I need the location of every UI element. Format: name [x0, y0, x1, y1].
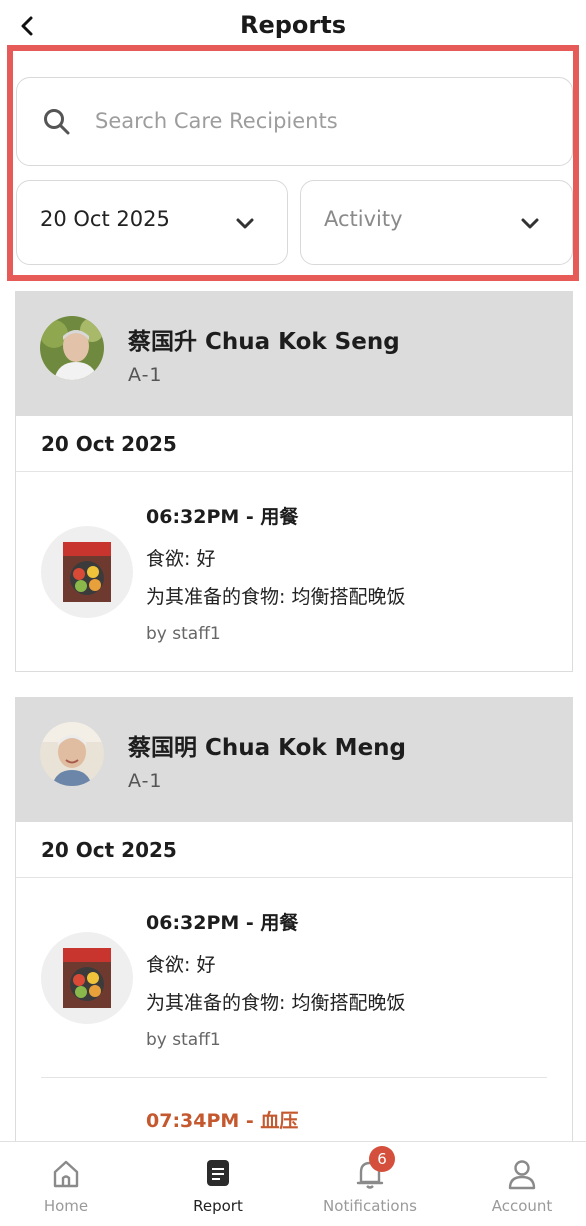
bottom-nav: Home Report 6 Notifications Account [0, 1141, 586, 1226]
app-header: Reports [0, 0, 586, 50]
search-input[interactable] [95, 102, 535, 140]
resident-room: A-1 [128, 770, 163, 792]
entry-divider [41, 1077, 547, 1078]
activity-select-value: Activity [324, 207, 403, 231]
meal-icon [41, 932, 133, 1024]
date-select[interactable]: 20 Oct 2025 [16, 180, 288, 265]
nav-label: Notifications [323, 1197, 417, 1215]
nav-account[interactable]: Account [449, 1142, 586, 1226]
nav-notifications[interactable]: 6 Notifications [297, 1142, 443, 1226]
chevron-down-icon [521, 218, 539, 229]
meal-icon [41, 526, 133, 618]
entry-author: by staff1 [146, 624, 221, 644]
user-icon [508, 1160, 536, 1190]
entry-appetite: 食欲: 好 [146, 548, 216, 570]
entry-food: 为其准备的食物: 均衡搭配晚饭 [146, 586, 406, 608]
report-date-row: 20 Oct 2025 [16, 416, 572, 472]
resident-name: 蔡国升 Chua Kok Seng [128, 329, 400, 355]
resident-header[interactable]: 蔡国升 Chua Kok Seng A-1 [16, 292, 572, 416]
chevron-down-icon [236, 218, 254, 229]
report-icon [207, 1160, 229, 1186]
resident-room: A-1 [128, 364, 163, 386]
search-icon [44, 109, 70, 135]
activity-entry[interactable]: 06:32PM - 用餐 食欲: 好 为其准备的食物: 均衡搭配晚饭 by st… [16, 472, 572, 670]
report-card[interactable]: 蔡国升 Chua Kok Seng A-1 20 Oct 2025 06:32P… [15, 291, 573, 672]
search-box[interactable] [16, 77, 573, 166]
avatar [40, 722, 104, 786]
resident-header[interactable]: 蔡国明 Chua Kok Meng A-1 [16, 698, 572, 822]
activity-select[interactable]: Activity [300, 180, 573, 265]
nav-home[interactable]: Home [0, 1142, 139, 1226]
notification-badge: 6 [369, 1146, 395, 1172]
date-select-value: 20 Oct 2025 [40, 207, 170, 231]
entry-title: 06:32PM - 用餐 [146, 912, 299, 934]
page-title: Reports [239, 11, 347, 39]
home-icon [53, 1160, 79, 1188]
avatar [40, 316, 104, 380]
nav-label: Account [491, 1197, 553, 1215]
report-date: 20 Oct 2025 [41, 838, 177, 862]
nav-label: Home [43, 1197, 89, 1215]
entry-author: by staff1 [146, 1030, 221, 1050]
report-date-row: 20 Oct 2025 [16, 822, 572, 878]
report-card[interactable]: 蔡国明 Chua Kok Meng A-1 20 Oct 2025 06:32P… [15, 697, 573, 1147]
entry-appetite: 食欲: 好 [146, 954, 216, 976]
activity-entry[interactable]: 06:32PM - 用餐 食欲: 好 为其准备的食物: 均衡搭配晚饭 by st… [16, 878, 572, 1076]
nav-report[interactable]: Report [145, 1142, 291, 1226]
entry-title-blood-pressure[interactable]: 07:34PM - 血压 [146, 1106, 298, 1133]
report-date: 20 Oct 2025 [41, 432, 177, 456]
nav-label: Report [193, 1197, 243, 1215]
entry-title: 06:32PM - 用餐 [146, 506, 299, 528]
entry-food: 为其准备的食物: 均衡搭配晚饭 [146, 992, 406, 1014]
resident-name: 蔡国明 Chua Kok Meng [128, 735, 407, 761]
